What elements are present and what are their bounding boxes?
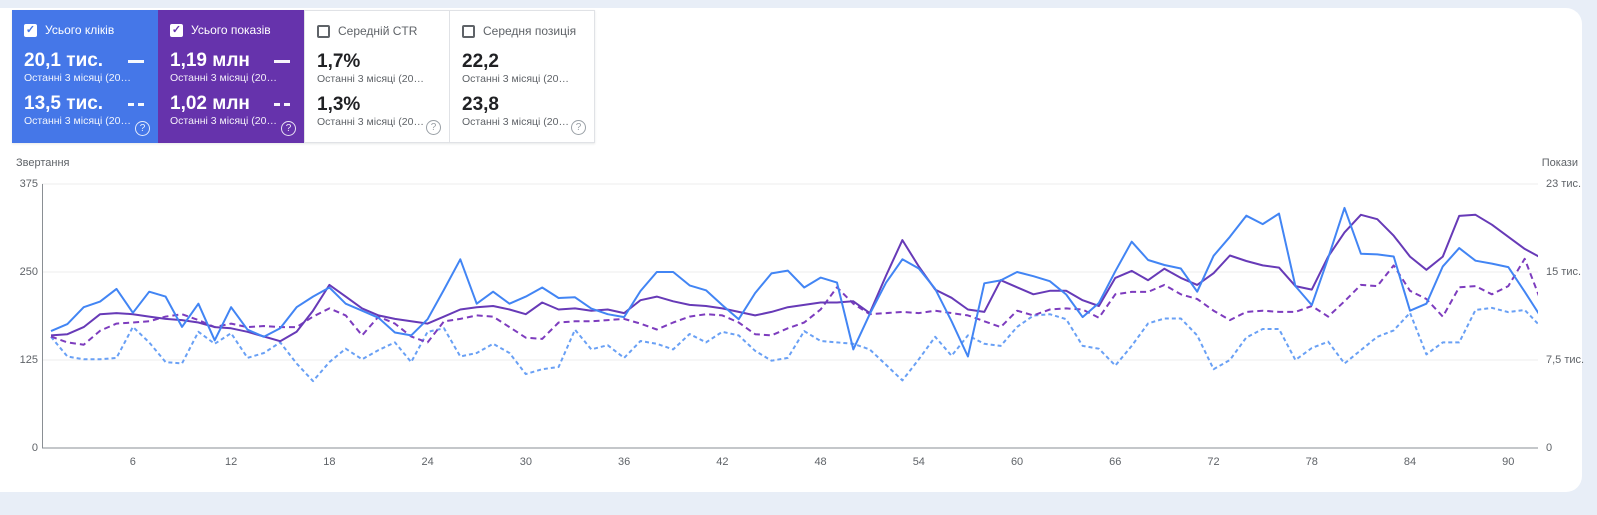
- metric-value-previous: 1,3%: [317, 94, 361, 115]
- metric-value-current: 1,19 млн: [170, 50, 250, 71]
- card-label: Усього показів: [191, 23, 271, 37]
- metric-period-previous: Останні 3 місяці (20…: [24, 115, 131, 127]
- left-axis-tick: 125: [19, 354, 38, 366]
- metric-value-previous: 23,8: [462, 94, 499, 115]
- x-axis-tick: 6: [129, 456, 136, 468]
- help-icon[interactable]: ?: [426, 120, 441, 135]
- help-icon[interactable]: ?: [571, 120, 586, 135]
- x-axis-tick: 18: [323, 456, 336, 468]
- left-axis-tick: 0: [31, 442, 38, 454]
- metric-value-previous: 13,5 тис.: [24, 93, 104, 114]
- right-axis-title: Покази: [1541, 157, 1578, 169]
- x-axis-tick: 42: [716, 456, 729, 468]
- left-axis-tick: 250: [19, 266, 38, 278]
- card-label: Середній CTR: [338, 24, 418, 38]
- metric-period-current: Останні 3 місяці (20…: [24, 72, 131, 84]
- x-axis-tick: 78: [1305, 456, 1318, 468]
- card-label: Усього кліків: [45, 23, 115, 37]
- dashed-line-sample-icon: [274, 102, 290, 106]
- card-label: Середня позиція: [483, 24, 577, 38]
- card-total-clicks[interactable]: ✓ Усього кліків 20,1 тис. Останні 3 міся…: [12, 10, 158, 143]
- help-icon[interactable]: ?: [281, 121, 296, 136]
- right-axis-tick: 7,5 тис.: [1546, 354, 1585, 366]
- x-axis-tick: 90: [1502, 456, 1515, 468]
- right-axis-tick: 15 тис.: [1546, 266, 1582, 278]
- x-axis-tick: 72: [1207, 456, 1220, 468]
- metric-value-current: 1,7%: [317, 51, 361, 72]
- x-axis-tick: 24: [421, 456, 434, 468]
- checkbox-unchecked-icon[interactable]: [317, 24, 330, 38]
- metric-cards: ✓ Усього кліків 20,1 тис. Останні 3 міся…: [12, 10, 595, 143]
- dashed-line-sample-icon: [128, 102, 144, 106]
- card-average-position[interactable]: Середня позиція 22,2 Останні 3 місяці (2…: [449, 10, 595, 143]
- card-average-ctr[interactable]: Середній CTR 1,7% Останні 3 місяці (20… …: [304, 10, 450, 143]
- metric-period-current: Останні 3 місяці (20…: [317, 73, 424, 85]
- metric-value-current: 22,2: [462, 51, 499, 72]
- right-axis-tick: 0: [1546, 442, 1553, 454]
- checkbox-checked-icon[interactable]: ✓: [170, 23, 183, 37]
- x-axis-tick: 84: [1403, 456, 1417, 468]
- checkbox-checked-icon[interactable]: ✓: [24, 23, 37, 37]
- x-axis-tick: 54: [912, 456, 925, 468]
- metric-period-previous: Останні 3 місяці (20…: [170, 115, 277, 127]
- metric-period-current: Останні 3 місяці (20…: [170, 72, 277, 84]
- left-axis-title: Звертання: [16, 157, 70, 169]
- x-axis-tick: 12: [224, 456, 238, 468]
- performance-line-chart[interactable]: [42, 180, 1538, 452]
- help-icon[interactable]: ?: [135, 121, 150, 136]
- right-axis-tick: 23 тис.: [1546, 178, 1582, 190]
- metric-period-current: Останні 3 місяці (20…: [462, 73, 569, 85]
- solid-line-sample-icon: [274, 59, 290, 63]
- x-axis-tick: 66: [1109, 456, 1122, 468]
- x-axis-tick: 30: [519, 456, 532, 468]
- checkbox-unchecked-icon[interactable]: [462, 24, 475, 38]
- metric-period-previous: Останні 3 місяці (20…: [462, 116, 569, 128]
- x-axis-tick: 48: [814, 456, 827, 468]
- metric-value-current: 20,1 тис.: [24, 50, 104, 71]
- metric-value-previous: 1,02 млн: [170, 93, 250, 114]
- metric-period-previous: Останні 3 місяці (20…: [317, 116, 424, 128]
- x-axis-tick: 36: [617, 456, 631, 468]
- x-axis-tick: 60: [1010, 456, 1024, 468]
- card-total-impressions[interactable]: ✓ Усього показів 1,19 млн Останні 3 міся…: [158, 10, 304, 143]
- solid-line-sample-icon: [128, 59, 144, 63]
- left-axis-tick: 375: [19, 178, 38, 190]
